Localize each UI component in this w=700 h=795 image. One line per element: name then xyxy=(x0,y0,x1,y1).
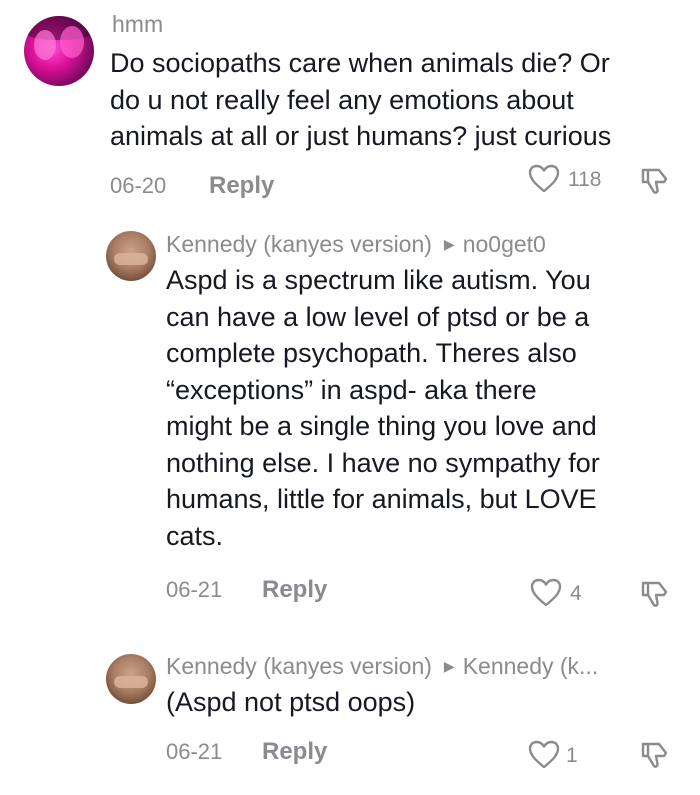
reply-to-name[interactable]: no0get0 xyxy=(463,231,546,257)
reply-author: Kennedy (kanyes version) ▶ Kennedy (k... xyxy=(166,653,598,680)
triangle-right-icon: ▶ xyxy=(443,658,455,674)
reply-date: 06-21 xyxy=(166,739,223,764)
reply-button[interactable]: Reply xyxy=(262,738,327,766)
like-count: 4 xyxy=(570,582,582,605)
reply-text: Aspd is a spectrum like autism. You can … xyxy=(166,265,600,551)
reply-author-name[interactable]: Kennedy (kanyes version) xyxy=(166,231,432,257)
heart-outline-icon[interactable] xyxy=(528,740,560,770)
thumbs-down-icon[interactable] xyxy=(640,166,670,196)
heart-outline-icon[interactable] xyxy=(528,164,560,194)
heart-outline-icon[interactable] xyxy=(530,578,562,608)
reply-author: Kennedy (kanyes version) ▶ no0get0 xyxy=(166,231,546,258)
triangle-right-icon: ▶ xyxy=(443,236,455,252)
thumbs-down-icon[interactable] xyxy=(640,579,670,609)
reply-date: 06-21 xyxy=(166,577,223,602)
thumbs-down-icon[interactable] xyxy=(640,740,670,770)
like-count: 1 xyxy=(566,744,578,767)
reply-button[interactable]: Reply xyxy=(209,172,274,200)
reply-to-name[interactable]: Kennedy (k... xyxy=(463,653,599,679)
like-count: 118 xyxy=(568,168,602,191)
comment-date: 06-20 xyxy=(110,173,167,198)
avatar[interactable] xyxy=(24,16,94,86)
avatar[interactable] xyxy=(106,231,156,281)
avatar[interactable] xyxy=(106,654,156,704)
comment-author[interactable]: hmm xyxy=(112,11,163,38)
reply-author-name[interactable]: Kennedy (kanyes version) xyxy=(166,653,432,679)
reply-text: (Aspd not ptsd oops) xyxy=(166,687,416,717)
reply-button[interactable]: Reply xyxy=(262,576,327,604)
comment-text: Do sociopaths care when animals die? Or … xyxy=(110,48,612,151)
